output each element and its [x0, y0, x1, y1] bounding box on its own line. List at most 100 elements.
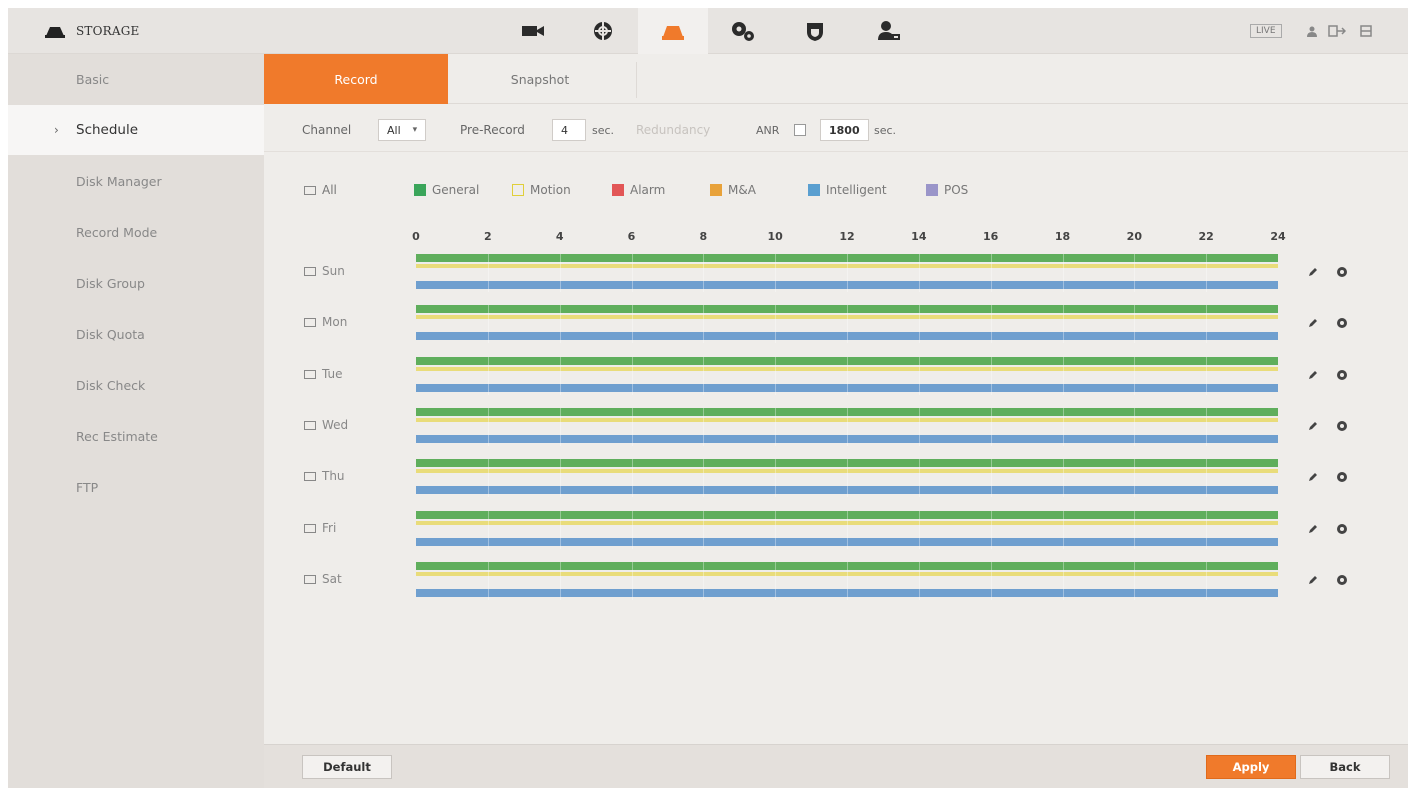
legend-intelligent[interactable]: Intelligent [808, 172, 887, 208]
settings-icon[interactable] [1336, 420, 1348, 432]
hour-gridline [1206, 459, 1208, 497]
schedule-track[interactable] [416, 459, 1278, 497]
edit-icon[interactable] [1308, 370, 1318, 380]
day-checkbox-tue[interactable]: Tue [304, 367, 343, 381]
hour-gridline [1134, 305, 1136, 343]
hour-gridline [703, 408, 705, 446]
edit-icon[interactable] [1308, 421, 1318, 431]
edit-icon[interactable] [1308, 575, 1318, 585]
anr-label: ANR [756, 123, 780, 137]
tab-label: Record [334, 71, 378, 87]
tab-record[interactable]: Record [264, 54, 448, 104]
live-button[interactable]: LIVE [1250, 8, 1282, 54]
hour-gridline [487, 511, 489, 549]
main-menu-button[interactable] [1360, 8, 1372, 54]
sidebar-item-disk-manager[interactable]: Disk Manager [8, 156, 264, 206]
sidebar-item-label: FTP [76, 479, 99, 495]
menu-icon [1360, 25, 1372, 37]
day-checkbox-thu[interactable]: Thu [304, 469, 345, 483]
channel-value: All [387, 123, 401, 137]
hour-gridline [559, 254, 561, 292]
schedule-track[interactable] [416, 408, 1278, 446]
hour-gridline [990, 254, 992, 292]
settings-icon[interactable] [1336, 266, 1348, 278]
hour-gridline [631, 562, 633, 600]
nav-network[interactable] [568, 8, 638, 54]
sidebar-item-schedule[interactable]: › Schedule [8, 105, 264, 155]
hour-gridline [1206, 511, 1208, 549]
day-checkbox-sat[interactable]: Sat [304, 572, 342, 586]
schedule-track[interactable] [416, 305, 1278, 343]
settings-icon[interactable] [1336, 317, 1348, 329]
tab-snapshot[interactable]: Snapshot [448, 54, 632, 104]
sidebar-item-ftp[interactable]: FTP [8, 462, 264, 512]
time-tick: 14 [911, 230, 927, 243]
legend-ma[interactable]: M&A [710, 172, 756, 208]
day-checkbox-sun[interactable]: Sun [304, 264, 345, 278]
sidebar-item-label: Disk Group [76, 275, 145, 291]
sidebar-item-disk-check[interactable]: Disk Check [8, 360, 264, 410]
day-checkbox-fri[interactable]: Fri [304, 521, 336, 535]
sidebar-item-disk-group[interactable]: Disk Group [8, 258, 264, 308]
edit-icon[interactable] [1308, 524, 1318, 534]
nav-system[interactable] [708, 8, 778, 54]
hour-gridline [487, 305, 489, 343]
nav-account[interactable] [854, 8, 924, 54]
hour-gridline [559, 459, 561, 497]
nav-storage[interactable] [638, 8, 708, 54]
hour-gridline [1062, 357, 1064, 395]
schedule-track[interactable] [416, 357, 1278, 395]
legend-general[interactable]: General [414, 172, 479, 208]
day-checkbox-mon[interactable]: Mon [304, 315, 347, 329]
edit-icon[interactable] [1308, 267, 1318, 277]
settings-icon[interactable] [1336, 471, 1348, 483]
hour-gridline [487, 459, 489, 497]
sidebar-item-label: Basic [76, 71, 110, 87]
legend-pos[interactable]: POS [926, 172, 968, 208]
logout-icon [1328, 25, 1346, 37]
sidebar-item-record-mode[interactable]: Record Mode [8, 207, 264, 257]
nav-camera[interactable] [498, 8, 568, 54]
day-checkbox-wed[interactable]: Wed [304, 418, 348, 432]
time-axis: 0 2 4 6 8 10 12 14 16 18 20 22 24 [264, 224, 1408, 248]
hour-gridline [1134, 562, 1136, 600]
hour-gridline [487, 357, 489, 395]
hour-gridline [847, 305, 848, 343]
day-label: Tue [322, 367, 343, 381]
settings-icon[interactable] [1336, 523, 1348, 535]
hour-gridline [990, 562, 992, 600]
anr-checkbox[interactable] [794, 124, 806, 136]
sidebar-item-disk-quota[interactable]: Disk Quota [8, 309, 264, 359]
schedule-track[interactable] [416, 562, 1278, 600]
hour-gridline [559, 357, 561, 395]
hour-gridline [1206, 562, 1208, 600]
sidebar-item-basic[interactable]: Basic [8, 54, 264, 104]
default-button[interactable]: Default [302, 755, 392, 779]
user-menu[interactable] [1306, 8, 1318, 54]
edit-icon[interactable] [1308, 318, 1318, 328]
schedule-track[interactable] [416, 511, 1278, 549]
schedule-track[interactable] [416, 254, 1278, 292]
settings-icon[interactable] [1336, 369, 1348, 381]
nav-security[interactable] [780, 8, 850, 54]
hour-gridline [990, 408, 992, 446]
prerecord-input[interactable]: 4 [552, 119, 586, 141]
hour-gridline [703, 305, 705, 343]
back-button[interactable]: Back [1300, 755, 1390, 779]
edit-icon[interactable] [1308, 472, 1318, 482]
sidebar-item-rec-estimate[interactable]: Rec Estimate [8, 411, 264, 461]
select-all-checkbox[interactable]: All [304, 172, 337, 208]
settings-icon[interactable] [1336, 574, 1348, 586]
chevron-right-icon: › [54, 123, 59, 137]
row-actions [1308, 420, 1348, 432]
anr-input[interactable]: 1800 [820, 119, 869, 141]
legend-alarm[interactable]: Alarm [612, 172, 665, 208]
channel-select[interactable]: All ▾ [378, 119, 427, 141]
apply-button[interactable]: Apply [1206, 755, 1296, 779]
legend: All General Motion Alarm M&A Intelligent… [264, 172, 1408, 208]
sidebar-item-label: Disk Manager [76, 173, 162, 189]
day-label: Thu [322, 469, 345, 483]
legend-motion[interactable]: Motion [512, 172, 571, 208]
hour-gridline [918, 305, 920, 343]
logout-menu[interactable] [1328, 8, 1346, 54]
